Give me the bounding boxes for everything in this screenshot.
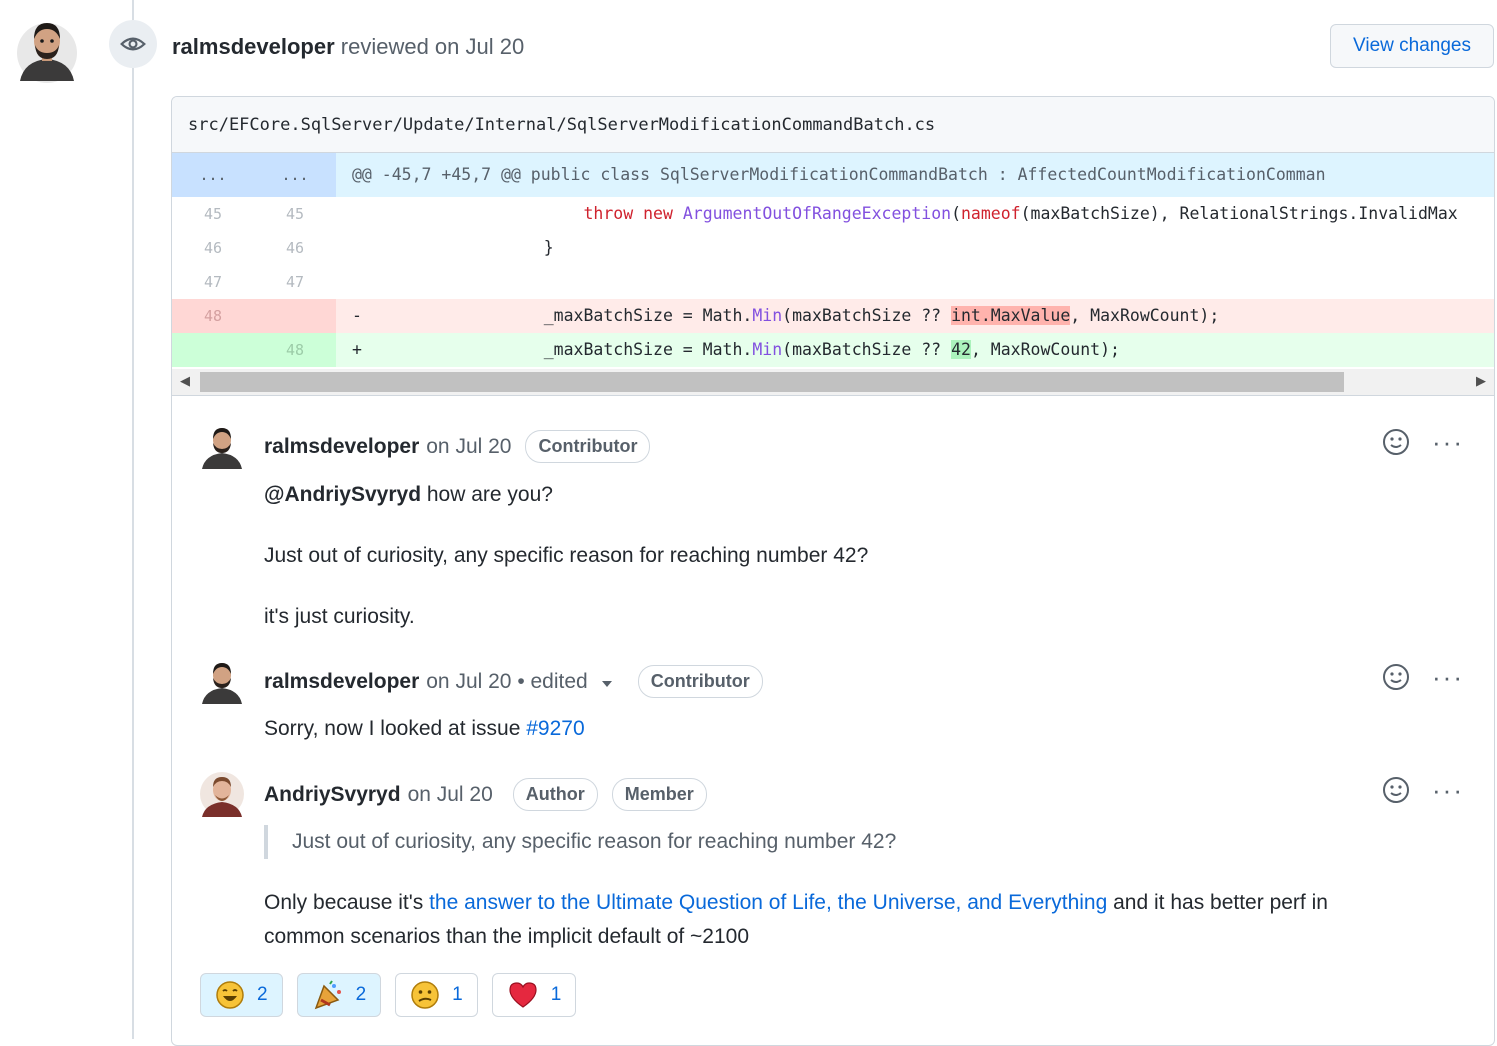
old-line-number[interactable]: 47 — [172, 265, 254, 299]
review-action-text: reviewed on Jul 20 — [340, 34, 525, 59]
expand-down-button[interactable]: ... — [254, 153, 336, 197]
changed-token: int.MaxValue — [951, 306, 1071, 325]
reaction-count: 2 — [355, 984, 367, 1005]
file-path[interactable]: src/EFCore.SqlServer/Update/Internal/Sql… — [172, 97, 1494, 153]
smiley-reaction-icon[interactable] — [1382, 663, 1410, 691]
quoted-reply: Just out of curiosity, any specific reas… — [264, 825, 896, 859]
changed-token: 42 — [951, 340, 971, 359]
reaction-hooray-button[interactable]: 2 — [296, 973, 382, 1017]
kebab-menu-icon[interactable]: ··· — [1432, 664, 1464, 690]
view-changes-button[interactable]: View changes — [1330, 24, 1494, 68]
diff-line-addition: 48 + _maxBatchSize = Math.Min(maxBatchSi… — [172, 333, 1494, 367]
comment-actions: ··· — [1382, 776, 1464, 804]
avatar[interactable] — [200, 658, 244, 704]
expand-up-button[interactable]: ... — [172, 153, 254, 197]
scroll-right-icon[interactable]: ▶ — [1476, 373, 1486, 389]
avatar[interactable] — [200, 423, 244, 469]
contributor-badge: Contributor — [637, 665, 763, 698]
old-line-number[interactable]: 45 — [172, 197, 254, 231]
scroll-left-icon[interactable]: ◀ — [180, 373, 190, 389]
new-line-number[interactable]: 48 — [254, 333, 336, 367]
code-line: _maxBatchSize = Math.Min(maxBatchSize ??… — [504, 340, 1120, 359]
issue-link[interactable]: #9270 — [526, 717, 584, 740]
reactions-bar: 2 2 1 1 — [200, 973, 577, 1017]
eye-icon — [120, 37, 146, 51]
comment-body-line: Sorry, now I looked at issue #9270 — [264, 717, 585, 740]
diff-line-context: 46 46 } — [172, 231, 1494, 265]
old-line-number[interactable]: 46 — [172, 231, 254, 265]
heart-emoji-icon — [509, 982, 537, 1008]
new-line-number[interactable]: 47 — [254, 265, 336, 299]
member-badge: Member — [611, 778, 707, 811]
review-header: ralmsdeveloper reviewed on Jul 20 — [172, 34, 524, 60]
reaction-count: 1 — [550, 984, 562, 1005]
reaction-laugh-button[interactable]: 2 — [200, 973, 283, 1017]
reaction-confused-button[interactable]: 1 — [395, 973, 478, 1017]
comment-author-link[interactable]: ralmsdeveloper — [264, 670, 419, 694]
new-line-number[interactable]: 46 — [254, 231, 336, 265]
old-line-number[interactable] — [172, 333, 254, 367]
addition-marker: + — [352, 340, 362, 359]
reaction-count: 1 — [452, 984, 463, 1005]
comment-timestamp[interactable]: on Jul 20 — [408, 783, 493, 807]
new-line-number[interactable]: 45 — [254, 197, 336, 231]
comment-header: AndriySvyryd on Jul 20 Author Member — [264, 778, 707, 811]
timeline-line — [132, 0, 134, 1039]
new-line-number[interactable] — [254, 299, 336, 333]
review-thread: src/EFCore.SqlServer/Update/Internal/Sql… — [171, 96, 1495, 1046]
comment-body-line: Only because it's the answer to the Ulti… — [264, 891, 1328, 914]
review-author-link[interactable]: ralmsdeveloper — [172, 34, 335, 59]
comment-actions: ··· — [1382, 663, 1464, 691]
kebab-menu-icon[interactable]: ··· — [1432, 777, 1464, 803]
edit-history-dropdown-icon[interactable] — [601, 680, 612, 687]
author-badge: Author — [512, 778, 598, 811]
comment-actions: ··· — [1382, 428, 1464, 456]
reaction-count: 2 — [257, 984, 268, 1005]
hooray-emoji-icon — [314, 980, 341, 1010]
avatar[interactable] — [200, 771, 244, 817]
horizontal-scrollbar[interactable]: ◀ ▶ — [172, 369, 1494, 396]
contributor-badge: Contributor — [525, 430, 651, 463]
smiley-reaction-icon[interactable] — [1382, 428, 1410, 456]
comment-author-link[interactable]: ralmsdeveloper — [264, 435, 419, 459]
review-eye-badge — [109, 20, 157, 68]
comment-header: ralmsdeveloper on Jul 20 Contributor — [264, 430, 651, 463]
kebab-menu-icon[interactable]: ··· — [1432, 429, 1464, 455]
comment-body-line: @AndriySvyryd how are you? — [264, 483, 553, 506]
comment-body-line: it's just curiosity. — [264, 605, 415, 628]
scrollbar-thumb[interactable] — [200, 372, 1344, 392]
hunk-header-row: ... ... @@ -45,7 +45,7 @@ public class S… — [172, 153, 1494, 197]
diff-table: ... ... @@ -45,7 +45,7 @@ public class S… — [172, 153, 1494, 367]
comment-header: ralmsdeveloper on Jul 20 • edited Contri… — [264, 665, 763, 698]
confused-emoji-icon — [411, 981, 439, 1009]
comment-timestamp[interactable]: on Jul 20 • edited — [426, 670, 587, 694]
smiley-reaction-icon[interactable] — [1382, 776, 1410, 804]
hunk-header-text: @@ -45,7 +45,7 @@ public class SqlServer… — [352, 165, 1326, 184]
comment-author-link[interactable]: AndriySvyryd — [264, 783, 401, 807]
reaction-heart-button[interactable]: 1 — [491, 973, 577, 1017]
code-line: throw new ArgumentOutOfRangeException(na… — [583, 204, 1458, 223]
comment-timestamp[interactable]: on Jul 20 — [426, 435, 511, 459]
user-mention-link[interactable]: @AndriySvyryd — [264, 483, 421, 506]
code-line: _maxBatchSize = Math.Min(maxBatchSize ??… — [504, 306, 1220, 325]
diff-line-context: 45 45 throw new ArgumentOutOfRangeExcept… — [172, 197, 1494, 231]
comment-body-line: common scenarios than the implicit defau… — [264, 925, 750, 948]
code-line: } — [504, 238, 554, 257]
comment-body-line: Just out of curiosity, any specific reas… — [264, 544, 869, 567]
diff-line-context: 47 47 — [172, 265, 1494, 299]
deletion-marker: - — [352, 306, 362, 325]
diff-line-deletion: 48 - _maxBatchSize = Math.Min(maxBatchSi… — [172, 299, 1494, 333]
laugh-emoji-icon — [216, 981, 244, 1009]
reviewer-avatar[interactable] — [16, 15, 78, 83]
old-line-number[interactable]: 48 — [172, 299, 254, 333]
external-link[interactable]: the answer to the Ultimate Question of L… — [429, 891, 1107, 914]
